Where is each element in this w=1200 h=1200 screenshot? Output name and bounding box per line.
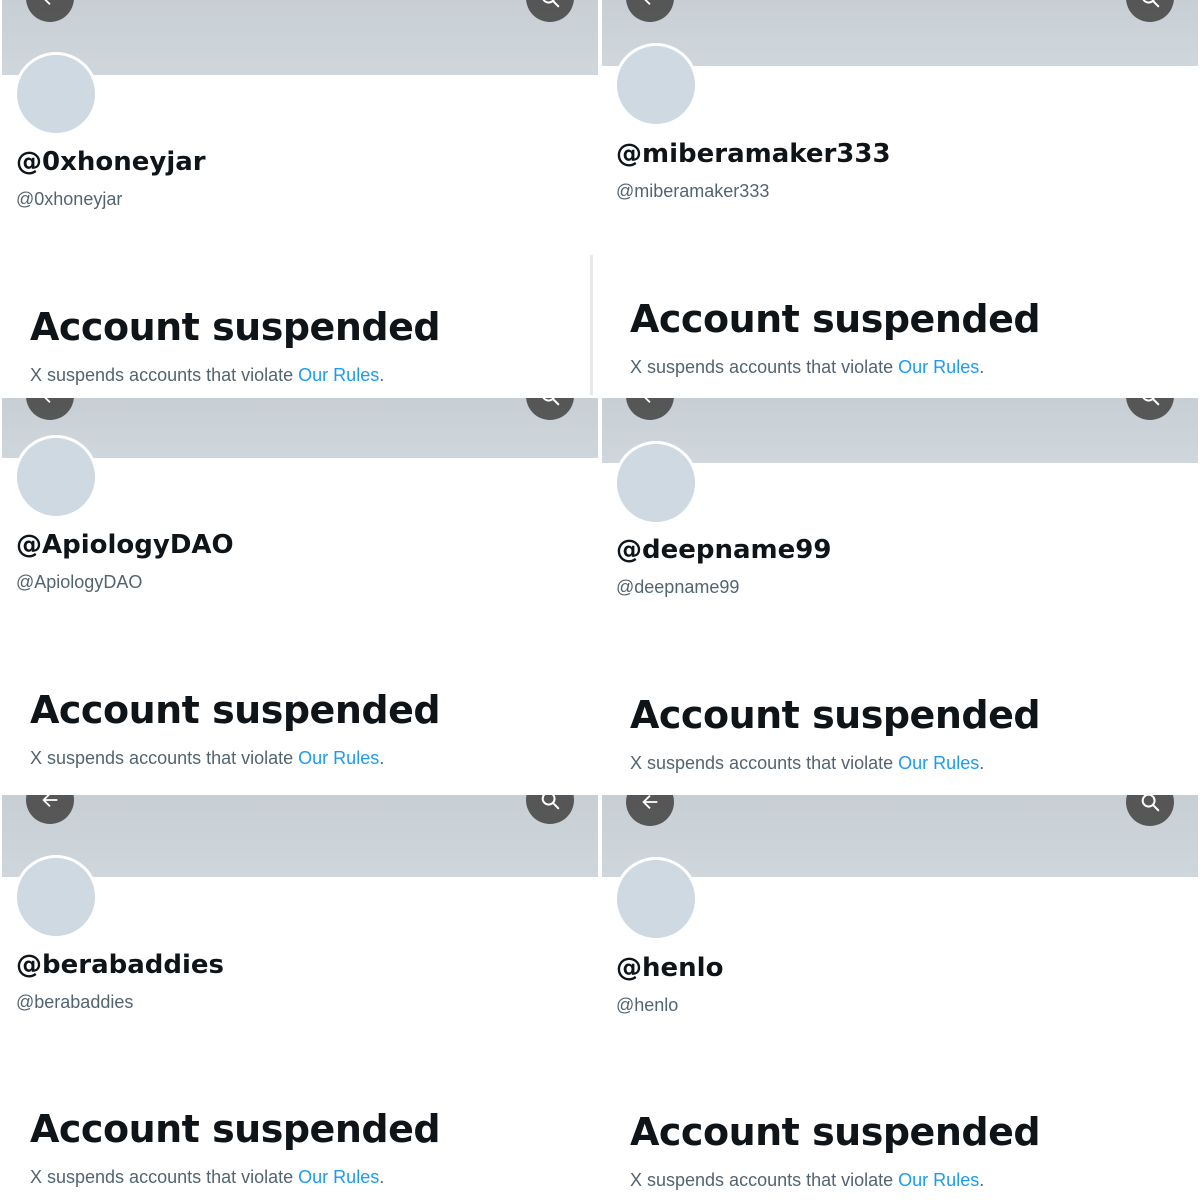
profile-banner [602, 398, 1198, 463]
back-button[interactable] [26, 398, 74, 420]
profile-banner [2, 0, 598, 75]
display-name: @berabaddies [16, 950, 225, 980]
back-button[interactable] [626, 795, 674, 826]
profile-banner [2, 398, 598, 458]
suspended-message-text: X suspends accounts that violate [630, 1170, 899, 1190]
display-name: @miberamaker333 [616, 139, 891, 169]
arrow-left-icon [642, 795, 658, 810]
our-rules-link[interactable]: Our Rules [898, 357, 979, 377]
arrow-left-icon [44, 398, 51, 404]
display-name: @ApiologyDAO [16, 530, 234, 560]
search-button[interactable] [1126, 0, 1174, 22]
avatar[interactable] [614, 857, 698, 941]
arrow-left-icon [644, 0, 651, 6]
suspended-message: X suspends accounts that violate Our Rul… [30, 748, 384, 769]
suspended-title: Account suspended [630, 297, 1041, 341]
search-button[interactable] [1126, 795, 1174, 826]
avatar[interactable] [14, 52, 98, 136]
suspended-message: X suspends accounts that violate Our Rul… [30, 1167, 384, 1188]
display-name: @henlo [616, 953, 724, 983]
search-icon [542, 0, 560, 8]
user-handle: @miberamaker333 [616, 181, 770, 201]
arrow-left-icon [42, 795, 58, 808]
user-handle: @deepname99 [616, 577, 740, 597]
search-icon [1142, 0, 1160, 8]
back-button[interactable] [26, 0, 74, 22]
our-rules-link[interactable]: Our Rules [298, 365, 379, 385]
profile-tile-miberamaker333: @miberamaker333 @miberamaker333 Account … [602, 0, 1200, 398]
screenshot-collage: @0xhoneyjar @0xhoneyjar Account suspende… [0, 0, 1200, 1200]
suspended-message: X suspends accounts that violate Our Rul… [630, 753, 984, 774]
message-period: . [379, 1167, 385, 1187]
tile-divider [590, 255, 593, 395]
suspended-message-text: X suspends accounts that violate [630, 357, 899, 377]
user-handle: @0xhoneyjar [16, 189, 123, 209]
search-button[interactable] [526, 0, 574, 22]
message-period: . [979, 1170, 985, 1190]
message-period: . [979, 357, 985, 377]
message-period: . [379, 748, 385, 768]
avatar[interactable] [614, 43, 698, 127]
display-name: @0xhoneyjar [16, 147, 206, 177]
search-button[interactable] [1126, 398, 1174, 420]
suspended-message-text: X suspends accounts that violate [630, 753, 899, 773]
suspended-title: Account suspended [30, 688, 441, 732]
message-period: . [979, 753, 985, 773]
back-button[interactable] [626, 398, 674, 420]
arrow-left-icon [644, 398, 651, 404]
search-icon [1142, 398, 1160, 406]
arrow-left-icon [44, 0, 51, 6]
suspended-message: X suspends accounts that violate Our Rul… [630, 357, 984, 378]
suspended-message: X suspends accounts that violate Our Rul… [630, 1170, 984, 1191]
suspended-message: X suspends accounts that violate Our Rul… [30, 365, 384, 386]
profile-banner [2, 795, 598, 877]
profile-tile-henlo: @henlo @henlo Account suspended X suspen… [602, 795, 1200, 1193]
suspended-message-text: X suspends accounts that violate [30, 365, 299, 385]
avatar[interactable] [14, 435, 98, 519]
our-rules-link[interactable]: Our Rules [898, 1170, 979, 1190]
user-handle: @berabaddies [16, 992, 134, 1012]
search-button[interactable] [526, 398, 574, 420]
suspended-title: Account suspended [630, 693, 1041, 737]
search-icon [541, 795, 560, 810]
suspended-title: Account suspended [30, 1107, 441, 1151]
our-rules-link[interactable]: Our Rules [298, 748, 379, 768]
our-rules-link[interactable]: Our Rules [298, 1167, 379, 1187]
avatar[interactable] [14, 855, 98, 939]
user-handle: @henlo [616, 995, 679, 1015]
profile-tile-deepname99: @deepname99 @deepname99 Account suspende… [602, 398, 1200, 796]
search-icon [1141, 795, 1160, 812]
profile-tile-apiologydao: @ApiologyDAO @ApiologyDAO Account suspen… [2, 398, 600, 796]
user-handle: @ApiologyDAO [16, 572, 143, 592]
search-icon [542, 398, 560, 406]
suspended-title: Account suspended [30, 305, 441, 349]
back-button[interactable] [26, 795, 74, 824]
suspended-title: Account suspended [630, 1110, 1041, 1154]
profile-tile-berabaddies: @berabaddies @berabaddies Account suspen… [2, 795, 600, 1193]
profile-tile-0xhoneyjar: @0xhoneyjar @0xhoneyjar Account suspende… [2, 0, 600, 398]
message-period: . [379, 365, 385, 385]
suspended-message-text: X suspends accounts that violate [30, 748, 299, 768]
back-button[interactable] [626, 0, 674, 22]
display-name: @deepname99 [616, 535, 832, 565]
search-button[interactable] [526, 795, 574, 824]
profile-banner [602, 795, 1198, 877]
avatar[interactable] [614, 441, 698, 525]
profile-banner [602, 0, 1198, 66]
suspended-message-text: X suspends accounts that violate [30, 1167, 299, 1187]
our-rules-link[interactable]: Our Rules [898, 753, 979, 773]
